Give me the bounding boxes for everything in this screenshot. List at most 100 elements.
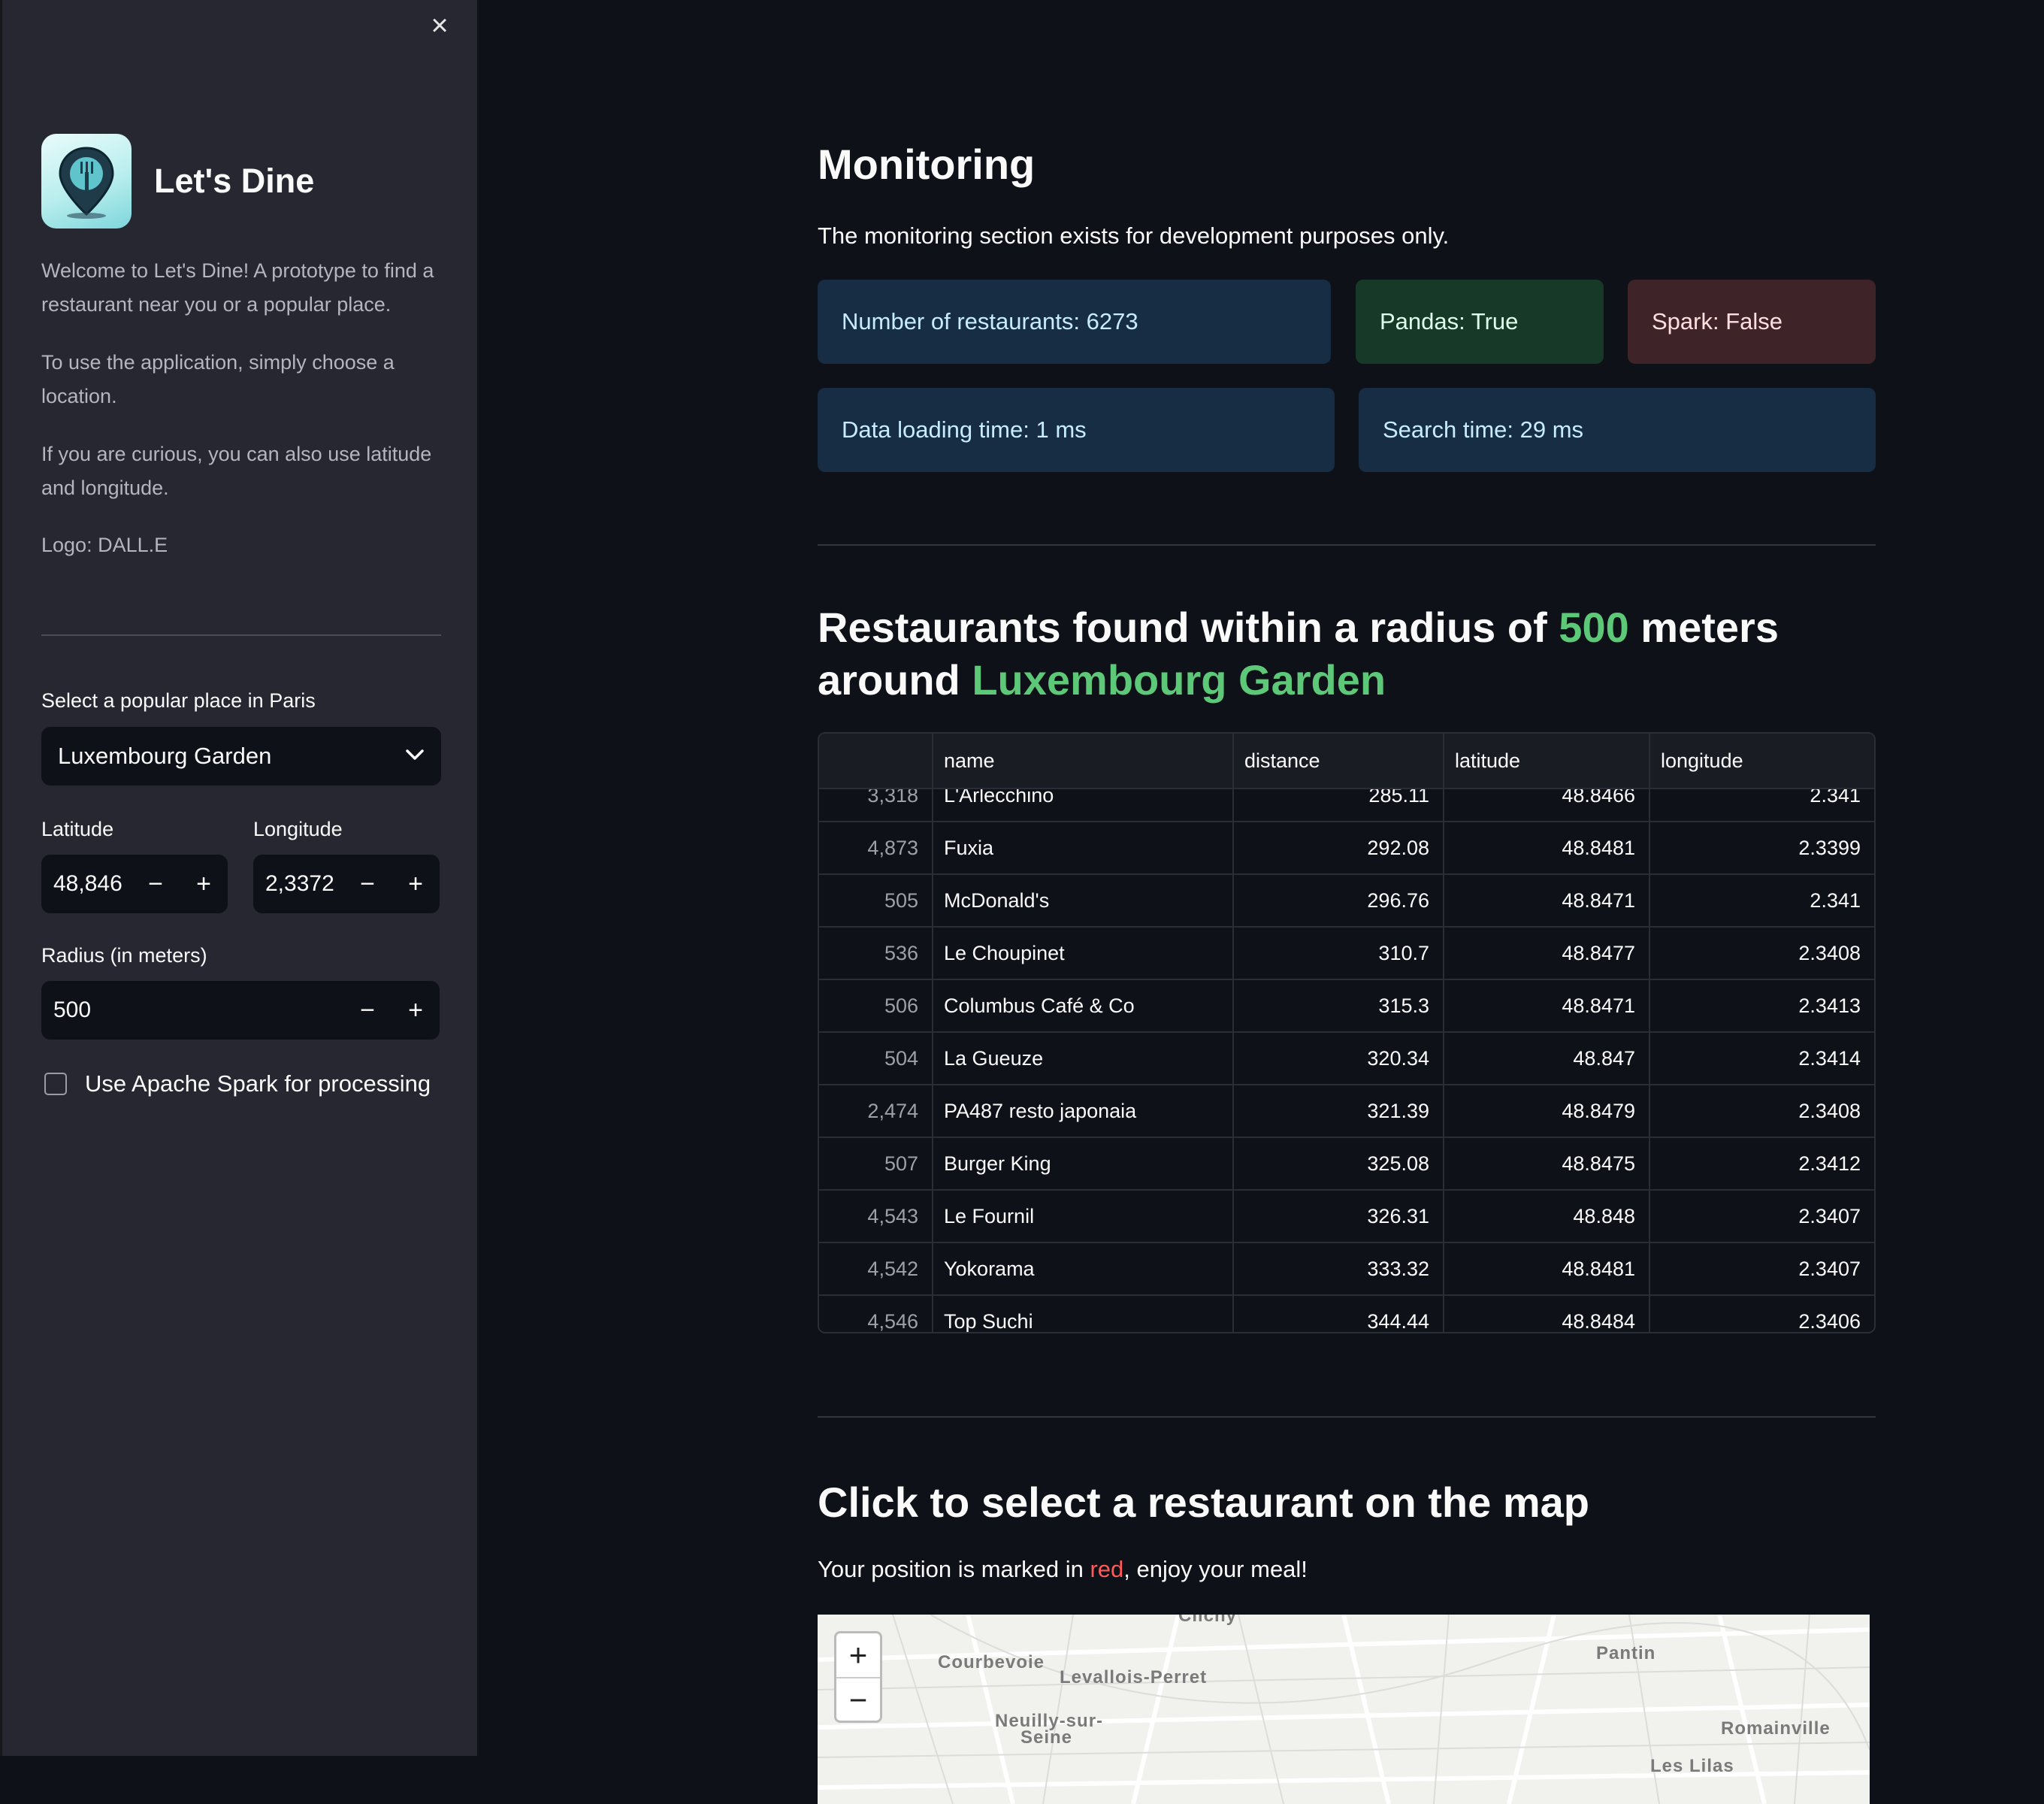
table-row[interactable]: 2,474 PA487 resto japonaia 321.39 48.8479 2.…	[819, 1085, 1874, 1138]
zoom-in-button[interactable]: +	[836, 1633, 880, 1678]
table-row[interactable]: 4,543 Le Fournil 326.31 48.848 2.3407	[819, 1191, 1874, 1243]
place-select[interactable]: Luxembourg Garden	[41, 727, 441, 785]
radius-input[interactable]: 500 − +	[41, 981, 440, 1040]
spark-checkbox[interactable]	[44, 1073, 67, 1095]
app-logo	[41, 134, 132, 229]
results-title-prefix: Restaurants found within a radius of	[818, 604, 1559, 651]
cell-longitude[interactable]: 2.3412	[1650, 1138, 1874, 1189]
table-row[interactable]: 506 Columbus Café & Co 315.3 48.8471 2.3413	[819, 980, 1874, 1033]
cell-restaurant-name[interactable]: Fuxia	[933, 822, 1234, 873]
radius-increment-button[interactable]: +	[392, 981, 440, 1040]
cell-restaurant-name[interactable]: PA487 resto japonaia	[933, 1085, 1234, 1137]
cell-row-index[interactable]: 2,474	[819, 1085, 933, 1137]
cell-latitude[interactable]: 48.8479	[1444, 1085, 1650, 1137]
cell-distance[interactable]: 292.08	[1234, 822, 1444, 873]
cell-restaurant-name[interactable]: Yokorama	[933, 1243, 1234, 1294]
longitude-increment-button[interactable]: +	[392, 855, 440, 913]
cell-row-index[interactable]: 506	[819, 980, 933, 1031]
cell-longitude[interactable]: 2.341	[1650, 875, 1874, 926]
cell-latitude[interactable]: 48.8475	[1444, 1138, 1650, 1189]
latitude-label: Latitude	[41, 818, 114, 840]
cell-restaurant-name[interactable]: Le Fournil	[933, 1191, 1234, 1242]
table-row[interactable]: 505 McDonald's 296.76 48.8471 2.341	[819, 875, 1874, 928]
longitude-value[interactable]: 2,3372	[265, 871, 343, 897]
column-header-longitude[interactable]: longitude	[1650, 734, 1874, 788]
longitude-input[interactable]: 2,3372 − +	[253, 855, 440, 913]
loading-time-card: Data loading time: 1 ms	[818, 388, 1335, 472]
cell-restaurant-name[interactable]: Top Suchi	[933, 1296, 1234, 1332]
column-header-latitude[interactable]: latitude	[1444, 734, 1650, 788]
cell-row-index[interactable]: 4,543	[819, 1191, 933, 1242]
table-body[interactable]: 3,318 L'Arlecchino 285.11 48.8466 2.341 4,873…	[819, 770, 1874, 1332]
map-label-seine: Seine	[1020, 1727, 1073, 1748]
cell-row-index[interactable]: 4,542	[819, 1243, 933, 1294]
table-row[interactable]: 507 Burger King 325.08 48.8475 2.3412	[819, 1138, 1874, 1191]
latitude-increment-button[interactable]: +	[180, 855, 228, 913]
cell-latitude[interactable]: 48.8477	[1444, 928, 1650, 979]
cell-distance[interactable]: 296.76	[1234, 875, 1444, 926]
results-place: Luxembourg Garden	[972, 656, 1386, 704]
cell-latitude[interactable]: 48.8481	[1444, 1243, 1650, 1294]
table-row[interactable]: 504 La Gueuze 320.34 48.847 2.3414	[819, 1033, 1874, 1085]
longitude-decrement-button[interactable]: −	[343, 855, 392, 913]
pandas-status-card: Pandas: True	[1356, 280, 1604, 364]
cell-distance[interactable]: 344.44	[1234, 1296, 1444, 1332]
spark-checkbox-row[interactable]: Use Apache Spark for processing	[44, 1070, 431, 1097]
spark-checkbox-label[interactable]: Use Apache Spark for processing	[85, 1070, 431, 1097]
cell-row-index[interactable]: 4,873	[819, 822, 933, 873]
restaurant-map[interactable]: + − Clichy Courbevoie Levallois-Perret P…	[818, 1615, 1870, 1804]
latitude-value[interactable]: 48,846	[53, 871, 132, 897]
place-select-label: Select a popular place in Paris	[41, 689, 316, 712]
close-sidebar-icon[interactable]: ×	[425, 11, 455, 41]
results-title: Restaurants found within a radius of 500…	[818, 601, 1876, 707]
cell-latitude[interactable]: 48.848	[1444, 1191, 1650, 1242]
cell-longitude[interactable]: 2.3406	[1650, 1296, 1874, 1332]
column-header-index[interactable]	[819, 734, 933, 788]
cell-restaurant-name[interactable]: La Gueuze	[933, 1033, 1234, 1084]
cell-longitude[interactable]: 2.3408	[1650, 1085, 1874, 1137]
cell-distance[interactable]: 320.34	[1234, 1033, 1444, 1084]
restaurants-table[interactable]: 3,318 L'Arlecchino 285.11 48.8466 2.341 4,873…	[818, 732, 1876, 1333]
cell-latitude[interactable]: 48.847	[1444, 1033, 1650, 1084]
radius-value[interactable]: 500	[53, 997, 343, 1023]
column-header-name[interactable]: name	[933, 734, 1234, 788]
cell-distance[interactable]: 310.7	[1234, 928, 1444, 979]
cell-restaurant-name[interactable]: Burger King	[933, 1138, 1234, 1189]
map-label-clichy: Clichy	[1178, 1615, 1238, 1626]
table-row[interactable]: 536 Le Choupinet 310.7 48.8477 2.3408	[819, 928, 1874, 980]
cell-latitude[interactable]: 48.8481	[1444, 822, 1650, 873]
cell-distance[interactable]: 333.32	[1234, 1243, 1444, 1294]
cell-longitude[interactable]: 2.3408	[1650, 928, 1874, 979]
cell-restaurant-name[interactable]: Columbus Café & Co	[933, 980, 1234, 1031]
curious-text: If you are curious, you can also use lat…	[41, 443, 432, 499]
cell-row-index[interactable]: 504	[819, 1033, 933, 1084]
zoom-out-button[interactable]: −	[836, 1678, 880, 1722]
cell-restaurant-name[interactable]: McDonald's	[933, 875, 1234, 926]
latitude-decrement-button[interactable]: −	[132, 855, 180, 913]
cell-distance[interactable]: 325.08	[1234, 1138, 1444, 1189]
cell-distance[interactable]: 326.31	[1234, 1191, 1444, 1242]
cell-longitude[interactable]: 2.3407	[1650, 1243, 1874, 1294]
cell-latitude[interactable]: 48.8484	[1444, 1296, 1650, 1332]
cell-row-index[interactable]: 507	[819, 1138, 933, 1189]
cell-latitude[interactable]: 48.8471	[1444, 875, 1650, 926]
map-description: Your position is marked in red, enjoy yo…	[818, 1556, 1308, 1583]
cell-longitude[interactable]: 2.3407	[1650, 1191, 1874, 1242]
cell-longitude[interactable]: 2.3413	[1650, 980, 1874, 1031]
cell-row-index[interactable]: 4,546	[819, 1296, 933, 1332]
cell-longitude[interactable]: 2.3399	[1650, 822, 1874, 873]
radius-decrement-button[interactable]: −	[343, 981, 392, 1040]
cell-distance[interactable]: 315.3	[1234, 980, 1444, 1031]
map-label-courbevoie: Courbevoie	[938, 1652, 1045, 1672]
cell-restaurant-name[interactable]: Le Choupinet	[933, 928, 1234, 979]
latitude-input[interactable]: 48,846 − +	[41, 855, 228, 913]
table-row[interactable]: 4,546 Top Suchi 344.44 48.8484 2.3406	[819, 1296, 1874, 1332]
cell-row-index[interactable]: 505	[819, 875, 933, 926]
cell-longitude[interactable]: 2.3414	[1650, 1033, 1874, 1084]
cell-latitude[interactable]: 48.8471	[1444, 980, 1650, 1031]
table-row[interactable]: 4,873 Fuxia 292.08 48.8481 2.3399	[819, 822, 1874, 875]
column-header-distance[interactable]: distance	[1234, 734, 1444, 788]
cell-distance[interactable]: 321.39	[1234, 1085, 1444, 1137]
table-row[interactable]: 4,542 Yokorama 333.32 48.8481 2.3407	[819, 1243, 1874, 1296]
cell-row-index[interactable]: 536	[819, 928, 933, 979]
